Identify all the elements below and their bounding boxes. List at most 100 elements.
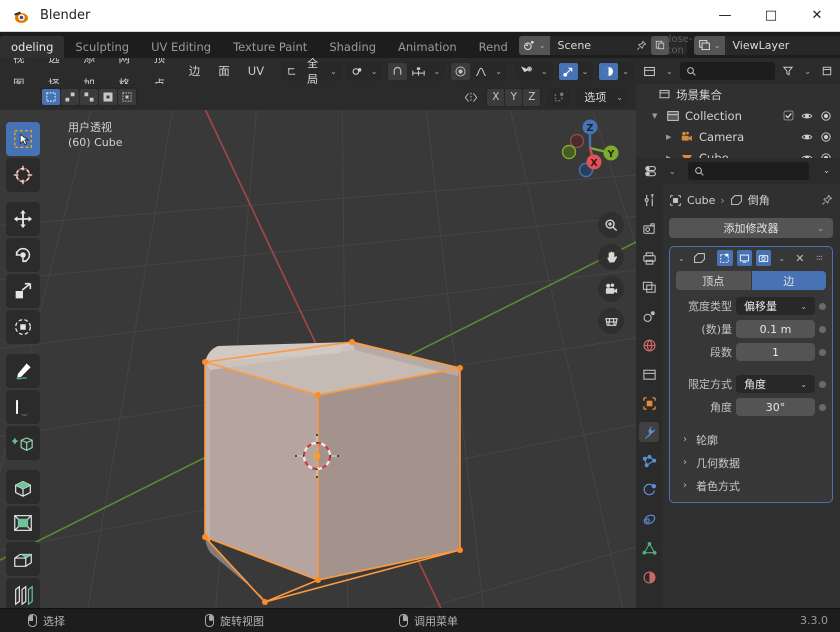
camera-view-icon[interactable]	[598, 276, 624, 302]
proportional-edit-group[interactable]: ⌄	[449, 62, 507, 81]
workspace-tab-uv-editing[interactable]: UV Editing	[140, 36, 222, 58]
render-tab[interactable]	[639, 219, 659, 239]
object-data-tab[interactable]	[639, 538, 659, 558]
overlays-group[interactable]: ⌄	[557, 62, 594, 81]
menu-face[interactable]: 面	[211, 58, 237, 84]
toggle-perspective-icon[interactable]	[598, 308, 624, 334]
properties-editor-chevron-icon[interactable]: ⌄	[666, 167, 679, 176]
width-type-animate-dot[interactable]	[819, 303, 826, 310]
scene-close-icon[interactable]: close-icon	[669, 36, 687, 55]
camera-visibility-eye-icon[interactable]	[801, 131, 813, 143]
loop-cut-tool[interactable]	[6, 578, 40, 608]
options-group[interactable]: 选项 ⌄	[576, 88, 628, 107]
segments-field[interactable]: 1	[736, 343, 815, 361]
magnet-group[interactable]: ⌄	[386, 62, 445, 81]
show-in-viewport-icon[interactable]	[737, 250, 752, 266]
world-tab[interactable]	[639, 335, 659, 355]
workspace-tab-modeling[interactable]: odeling	[0, 36, 64, 58]
profile-section[interactable]: › 轮廓	[680, 430, 826, 449]
limit-method-animate-dot[interactable]	[819, 381, 826, 388]
face-select-mode[interactable]	[80, 89, 98, 105]
amount-field[interactable]: 0.1 m	[736, 320, 815, 338]
outliner-row-cube[interactable]: ▶ Cube	[636, 147, 840, 158]
inset-faces-tool[interactable]	[6, 506, 40, 540]
shading-section[interactable]: › 着色方式	[680, 476, 826, 495]
angle-animate-dot[interactable]	[819, 404, 826, 411]
geometry-section[interactable]: › 几何数据	[680, 453, 826, 472]
xray-group[interactable]: ⌄	[597, 62, 634, 81]
uv-mirror-icon[interactable]	[549, 89, 568, 106]
maximize-button[interactable]: □	[748, 0, 794, 32]
drag-handle-icon[interactable]	[812, 250, 827, 266]
measure-tool[interactable]	[6, 390, 40, 424]
cursor-tool[interactable]	[6, 158, 40, 192]
workspace-tab-texture-paint[interactable]: Texture Paint	[222, 36, 318, 58]
falloff-chevron-down-icon[interactable]: ⌄	[492, 67, 505, 76]
workspace-tab-shading[interactable]: Shading	[318, 36, 387, 58]
modifier-expand-chevron-icon[interactable]: ⌄	[675, 254, 688, 263]
pin-icon[interactable]	[633, 36, 651, 55]
outliner-row-collection[interactable]: ▼ Collection	[636, 105, 840, 126]
camera-expand-icon[interactable]: ▶	[666, 133, 675, 141]
collection-render-camera-icon[interactable]	[820, 110, 832, 122]
properties-editor-icon[interactable]	[641, 163, 661, 180]
tool-tab[interactable]	[639, 190, 659, 210]
mirror-axis-x[interactable]: X	[487, 89, 504, 106]
options-chevron-down-icon[interactable]: ⌄	[613, 93, 626, 102]
mirror-axes-group[interactable]: X Y Z	[485, 88, 542, 107]
width-type-chevron-down-icon[interactable]: ⌄	[797, 302, 810, 311]
shading-chevron-right-icon[interactable]: ›	[680, 480, 690, 491]
view-layer-icon[interactable]: ⌄	[694, 36, 725, 55]
snap-chevron-down-icon[interactable]: ⌄	[368, 67, 381, 76]
profile-chevron-right-icon[interactable]: ›	[680, 434, 690, 445]
constraints-tab[interactable]	[639, 509, 659, 529]
add-cube-tool[interactable]	[6, 426, 40, 460]
properties-search-input[interactable]	[688, 162, 809, 180]
orientation-chevron-down-icon[interactable]: ⌄	[327, 67, 340, 76]
outliner-display-mode-chevron-icon[interactable]: ⌄	[663, 67, 676, 76]
workspace-tab-rendering[interactable]: Rend	[468, 36, 519, 58]
rotate-tool[interactable]	[6, 238, 40, 272]
material-tab[interactable]	[639, 567, 659, 587]
pin-icon[interactable]	[821, 194, 833, 206]
tweak-select-box-tool[interactable]	[6, 122, 40, 156]
viewport-nav-gizmo[interactable]: Z Y X	[552, 110, 628, 186]
add-modifier-button[interactable]: 添加修改器 ⌄	[669, 218, 833, 238]
scene-name[interactable]: Scene	[550, 39, 610, 52]
vertex-select-mode[interactable]	[42, 89, 60, 105]
show-in-editmode-icon[interactable]	[717, 250, 732, 266]
annotate-tool[interactable]	[6, 354, 40, 388]
overlays-chevron-down-icon[interactable]: ⌄	[579, 67, 592, 76]
mirror-icon[interactable]	[460, 89, 482, 106]
zoom-view-icon[interactable]	[598, 212, 624, 238]
bevel-mode-vertex[interactable]: 顶点	[676, 271, 751, 290]
scene-datablock[interactable]: ⌄ Scene close-icon	[519, 36, 687, 55]
proportional-edit-icon[interactable]	[451, 63, 470, 80]
snap-increment-icon[interactable]	[408, 63, 429, 80]
new-collection-icon[interactable]	[818, 63, 836, 80]
output-tab[interactable]	[639, 248, 659, 268]
outliner-row-scene-collection[interactable]: 场景集合	[636, 84, 840, 105]
xray-chevron-down-icon[interactable]: ⌄	[619, 67, 632, 76]
collection-expand-icon[interactable]: ▼	[652, 112, 661, 120]
collection-visibility-eye-icon[interactable]	[801, 110, 813, 122]
magnet-chevron-down-icon[interactable]: ⌄	[430, 67, 443, 76]
show-overlays-icon[interactable]	[559, 63, 578, 80]
show-in-render-icon[interactable]	[756, 250, 771, 266]
limit-method-chevron-down-icon[interactable]: ⌄	[797, 380, 810, 389]
filter-chevron-down-icon[interactable]: ⌄	[801, 67, 814, 76]
xray-toggle-icon[interactable]	[599, 63, 618, 80]
select-mode-group[interactable]	[40, 87, 138, 107]
modifier-tab[interactable]	[639, 422, 659, 442]
scale-tool[interactable]	[6, 274, 40, 308]
segments-animate-dot[interactable]	[819, 349, 826, 356]
snap-group[interactable]: ⌄	[346, 62, 383, 81]
extrude-region-tool[interactable]	[6, 470, 40, 504]
limit-method-dropdown[interactable]: 角度 ⌄	[736, 375, 815, 393]
geometry-chevron-right-icon[interactable]: ›	[680, 457, 690, 468]
uv-mirror-group[interactable]	[547, 88, 570, 107]
camera-render-icon[interactable]	[820, 131, 832, 143]
workspace-tab-sculpting[interactable]: Sculpting	[64, 36, 140, 58]
snap-toggle-icon[interactable]	[348, 63, 367, 80]
viewlayer-name[interactable]: ViewLayer	[725, 39, 798, 52]
